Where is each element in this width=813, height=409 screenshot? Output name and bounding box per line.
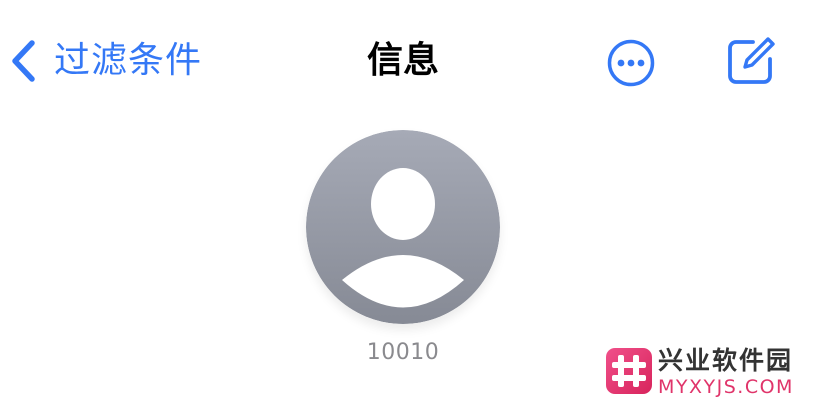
more-options-button[interactable] [606, 38, 656, 88]
watermark: 兴业软件园 MYXYJS.COM [606, 346, 806, 400]
page-title: 信息 [366, 40, 439, 81]
watermark-title: 兴业软件园 [658, 346, 794, 375]
compose-icon [728, 37, 775, 84]
avatar[interactable] [306, 130, 500, 324]
back-button[interactable]: 过滤条件 [8, 36, 202, 86]
back-button-label: 过滤条件 [54, 40, 203, 81]
person-silhouette-icon [306, 130, 500, 324]
hashtag-logo-icon [606, 348, 652, 394]
conversation-screen: 过滤条件 信息 10010 兴业软件园 MYXYJS.COM [0, 0, 813, 409]
compose-button[interactable] [726, 34, 778, 86]
watermark-domain: MYXYJS.COM [658, 376, 794, 398]
navigation-bar: 过滤条件 信息 [0, 0, 813, 120]
contact-name[interactable]: 10010 [300, 338, 506, 368]
ellipsis-circle-icon [607, 39, 655, 87]
chevron-left-icon [12, 40, 35, 82]
